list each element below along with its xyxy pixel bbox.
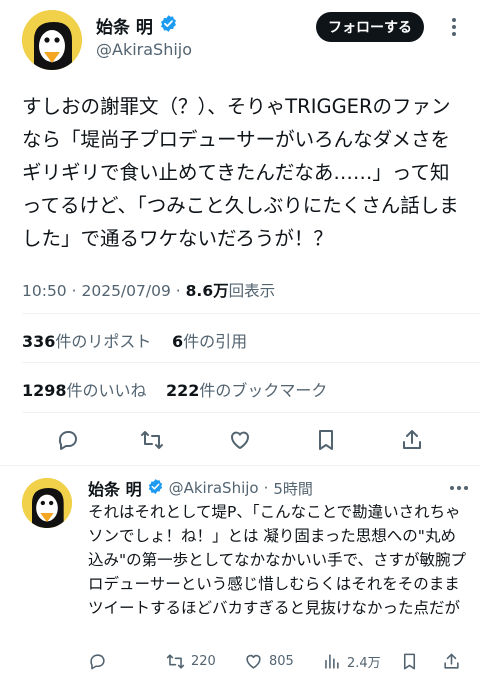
- views-label: 回表示: [228, 282, 276, 300]
- bookmarks-stat[interactable]: 222件のブックマーク: [166, 377, 327, 401]
- more-icon[interactable]: [440, 14, 468, 40]
- reply-icon: [58, 431, 77, 450]
- reposts-stat[interactable]: 336件のリポスト: [22, 328, 151, 352]
- reply-button[interactable]: [52, 425, 84, 455]
- like-button[interactable]: [224, 425, 256, 455]
- verified-badge-icon: [147, 478, 164, 499]
- share-button[interactable]: [396, 425, 428, 455]
- reply-like-button[interactable]: 805: [244, 652, 294, 671]
- reply-avatar[interactable]: [22, 478, 72, 528]
- reply-views-count: 2.4万: [347, 656, 381, 671]
- bookmark-button[interactable]: [310, 425, 342, 455]
- avatar[interactable]: [22, 10, 82, 70]
- views-icon: [325, 654, 339, 669]
- repost-icon: [166, 654, 185, 669]
- verified-badge-icon: [159, 14, 178, 37]
- reply-repost-count: 220: [191, 654, 216, 669]
- reply-like-count: 805: [269, 654, 294, 669]
- share-icon: [444, 653, 459, 669]
- divider: [0, 465, 480, 466]
- like-icon: [246, 654, 261, 669]
- divider: [22, 362, 480, 363]
- tweet-meta: 10:50 · 2025/07/09 · 8.6万回表示: [22, 282, 276, 300]
- quotes-stat[interactable]: 6件の引用: [172, 328, 247, 352]
- more-icon[interactable]: [446, 478, 472, 498]
- bookmark-icon: [403, 653, 416, 670]
- repost-icon: [141, 431, 163, 449]
- reply-time[interactable]: 5時間: [273, 478, 313, 499]
- like-icon: [231, 431, 249, 449]
- reply-text: それはそれとして堤P、「こんなことで勘違いされちゃソンでしょ！ね！」とは 凝り固…: [88, 503, 467, 617]
- reply-handle[interactable]: @AkiraShijo: [169, 479, 259, 497]
- reply-share-button[interactable]: [442, 652, 461, 671]
- tweet-text: すしおの謝罪文（？）、そりゃTRIGGERのファンなら「堤尚子プロデューサーがい…: [22, 95, 459, 250]
- reply-repost-button[interactable]: 220: [166, 652, 216, 671]
- reply-icon: [90, 654, 105, 670]
- tweet-time: 10:50: [22, 282, 67, 300]
- author-handle[interactable]: @AkiraShijo: [96, 40, 192, 59]
- bookmark-icon: [319, 430, 333, 450]
- reply-bookmark-button[interactable]: [400, 652, 419, 671]
- tweet-date: 2025/07/09: [81, 282, 171, 300]
- divider: [22, 313, 480, 314]
- author-name[interactable]: 始条 明: [96, 13, 153, 38]
- reply-reply-button[interactable]: [88, 652, 107, 671]
- divider: [22, 412, 480, 413]
- follow-button[interactable]: フォローする: [316, 12, 424, 42]
- reply-views-button[interactable]: 2.4万: [322, 652, 381, 671]
- likes-stat[interactable]: 1298件のいいね: [22, 377, 147, 401]
- views-count: 8.6万: [185, 282, 229, 300]
- share-icon: [403, 430, 421, 449]
- repost-button[interactable]: [136, 425, 168, 455]
- reply-author-name[interactable]: 始条 明: [88, 476, 142, 500]
